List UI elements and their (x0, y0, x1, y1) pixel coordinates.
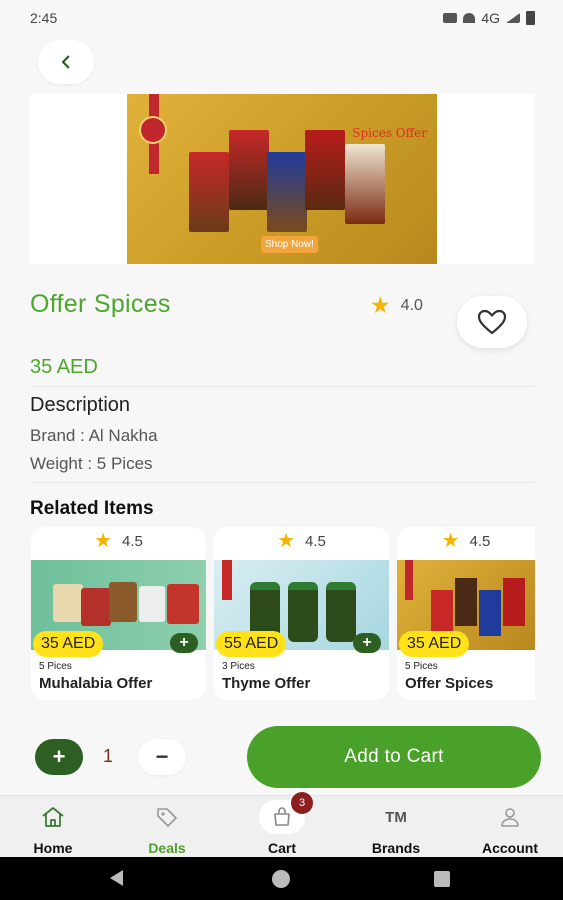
star-icon: ★ (370, 292, 391, 318)
spice-box (189, 152, 229, 232)
battery-icon (526, 11, 535, 25)
nav-label: Account (482, 840, 538, 856)
cart-badge: 3 (291, 792, 313, 814)
card-price: 55 AED (216, 631, 287, 657)
card-name: Muhalabia Offer (39, 675, 153, 692)
nav-item-home[interactable]: Home (0, 796, 109, 858)
card-name: Thyme Offer (222, 675, 311, 692)
heart-icon (477, 309, 507, 335)
brand-line: Brand : Al Nakha (30, 426, 158, 445)
nav-label: Deals (148, 840, 186, 856)
signal-icon (506, 13, 520, 23)
product-rating: ★ 4.0 (370, 294, 423, 317)
nav-item-deals[interactable]: Deals (111, 796, 223, 858)
nav-item-brands[interactable]: TM Brands (340, 796, 452, 858)
network-label: 4G (481, 10, 500, 26)
system-home-icon[interactable] (272, 870, 290, 888)
tm-icon: TM (381, 805, 411, 829)
card-quantity: 5 Pices (39, 661, 72, 672)
status-bar: 2:45 4G (0, 0, 563, 36)
favorite-button[interactable] (457, 296, 527, 348)
related-item-card[interactable]: ★ 4.5 35 AED + 5 Pices Muhalabia Offer (31, 527, 206, 700)
card-quantity: 3 Pices (222, 661, 255, 672)
related-item-card[interactable]: ★ 4.5 35 AED 5 Pices Offer Spices (397, 527, 535, 700)
system-navigation-bar (0, 857, 563, 900)
spice-box (345, 144, 385, 224)
nav-item-account[interactable]: Account (454, 796, 563, 858)
product-image-container: Spices Offer Shop Now! (30, 94, 534, 264)
card-add-button[interactable]: + (170, 633, 198, 653)
related-item-card[interactable]: ★ 4.5 55 AED + 3 Pices Thyme Offer (214, 527, 389, 700)
star-icon: ★ (277, 530, 296, 552)
nav-label: Brands (371, 840, 421, 856)
banner-cta: Shop Now! (261, 236, 318, 253)
product-price: 35 AED (30, 356, 98, 378)
card-quantity: 5 Pices (405, 661, 438, 672)
card-rating: ★ 4.5 (214, 531, 389, 551)
nav-label: Home (33, 840, 73, 856)
quantity-decrease-button[interactable]: − (138, 739, 186, 775)
card-rating-value: 4.5 (469, 532, 491, 550)
spice-box (305, 130, 345, 210)
quantity-value: 1 (103, 746, 114, 766)
spice-box (267, 152, 307, 232)
spice-box (229, 130, 269, 210)
chevron-left-icon (61, 55, 70, 69)
cart-icon (274, 807, 290, 826)
rating-value: 4.0 (400, 296, 423, 314)
card-rating: ★ 4.5 (31, 531, 206, 551)
quantity-increase-button[interactable]: + (35, 739, 83, 775)
brand-seal-logo (139, 116, 167, 144)
status-time: 2:45 (30, 10, 58, 26)
banner-title: Spices Offer (352, 126, 427, 140)
status-icons: 4G (443, 10, 535, 26)
star-icon: ★ (94, 530, 113, 552)
description-heading: Description (30, 394, 131, 416)
related-items-heading: Related Items (30, 498, 154, 519)
add-to-cart-button[interactable]: Add to Cart (247, 726, 541, 788)
cart-icon-wrapper: 3 (259, 792, 313, 834)
card-price: 35 AED (33, 631, 104, 657)
system-recents-icon[interactable] (434, 871, 450, 887)
nav-item-cart[interactable]: 3 Cart (226, 792, 338, 858)
product-banner-image: Spices Offer Shop Now! (127, 94, 437, 264)
card-name: Offer Spices (405, 675, 494, 692)
card-rating-value: 4.5 (305, 532, 326, 550)
system-back-icon[interactable] (110, 870, 123, 886)
nav-label: Cart (267, 840, 296, 856)
card-add-button[interactable]: + (353, 633, 381, 653)
divider (30, 386, 534, 387)
tag-icon (152, 805, 182, 829)
card-rating: ★ 4.5 (397, 531, 535, 551)
product-title: Offer Spices (30, 290, 171, 318)
card-rating-value: 4.5 (122, 532, 143, 550)
back-button[interactable] (38, 40, 94, 84)
bottom-navigation: Home Deals 3 Cart TM Brands Account (0, 792, 563, 858)
weight-line: Weight : 5 Pices (30, 454, 153, 473)
home-icon (38, 805, 68, 829)
user-icon (495, 805, 525, 829)
star-icon: ★ (441, 530, 460, 552)
vibrate-icon (443, 13, 458, 23)
divider (30, 482, 534, 483)
card-price: 35 AED (399, 631, 470, 657)
tm-icon-text: TM (385, 808, 407, 826)
hotspot-icon (463, 13, 476, 23)
